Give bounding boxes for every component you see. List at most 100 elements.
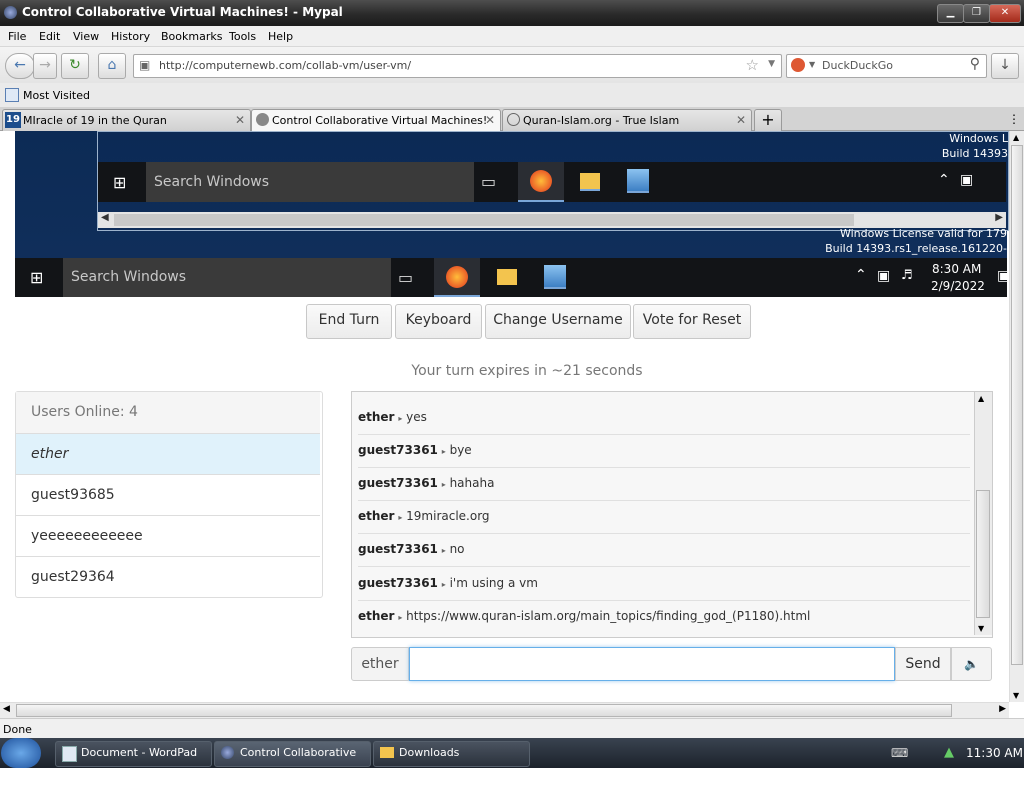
task-view-icon[interactable]: ▭ (398, 268, 413, 287)
address-bar[interactable]: ▣ http://computernewb.com/collab-vm/user… (133, 54, 782, 78)
mypal-icon (221, 746, 234, 759)
outer-search-box[interactable]: Search Windows (63, 258, 391, 297)
close-window-button[interactable]: ✕ (989, 4, 1021, 23)
menu-history[interactable]: History (111, 30, 150, 43)
end-turn-button[interactable]: End Turn (306, 304, 392, 339)
inner-horizontal-scrollbar[interactable]: ◀ ▶ (98, 212, 1006, 228)
menu-bar: File Edit View History Bookmarks Tools H… (0, 26, 1024, 47)
home-button[interactable]: ⌂ (98, 53, 126, 79)
speaker-icon: 🔈 (964, 657, 979, 671)
keyboard-tray-icon[interactable]: ⌨ (891, 746, 908, 760)
chat-user: guest73361 (358, 443, 438, 457)
chat-scrollbar[interactable]: ▲ ▼ (974, 392, 992, 635)
close-tab-icon[interactable]: ✕ (485, 113, 495, 127)
duckduckgo-icon (791, 58, 805, 72)
star-bookmark-icon[interactable]: ☆ (746, 56, 759, 74)
vote-reset-button[interactable]: Vote for Reset (633, 304, 751, 339)
engine-dropdown-icon[interactable]: ▼ (809, 60, 815, 69)
status-text: Done (3, 723, 32, 736)
chat-text: i'm using a vm (449, 576, 538, 590)
page-hscroll-thumb[interactable] (16, 704, 952, 717)
firefox-icon[interactable] (434, 258, 480, 297)
taskbar-downloads[interactable]: Downloads (373, 741, 530, 767)
chat-text: https://www.quran-islam.org/main_topics/… (406, 609, 811, 623)
tab-miracle-19[interactable]: 19 MIracle of 19 in the Quran ✕ (2, 109, 251, 132)
menu-help[interactable]: Help (268, 30, 293, 43)
most-visited-link[interactable]: Most Visited (23, 89, 90, 102)
start-orb-icon[interactable] (1, 738, 41, 768)
menu-file[interactable]: File (8, 30, 26, 43)
tray-up-icon[interactable]: ⌃ (938, 172, 950, 188)
search-box[interactable]: ▼ DuckDuckGo ⚲ (786, 54, 987, 78)
chat-text: hahaha (449, 476, 495, 490)
minimize-button[interactable]: ▁ (937, 4, 964, 23)
taskbar-mypal[interactable]: Control Collaborative ... (214, 741, 371, 781)
close-tab-icon[interactable]: ✕ (736, 113, 746, 127)
site-identity-icon: ▣ (139, 58, 151, 72)
tray-up-icon[interactable]: ⌃ (855, 267, 867, 283)
restore-button[interactable]: ❐ (963, 4, 990, 23)
network-icon[interactable]: ▣ (877, 268, 890, 284)
forward-button[interactable]: → (33, 53, 57, 79)
task-view-icon[interactable]: ▭ (481, 172, 496, 191)
sound-toggle-button[interactable]: 🔈 (951, 647, 992, 681)
user-item[interactable]: ether (16, 433, 320, 474)
firefox-icon[interactable] (518, 162, 564, 202)
chat-message-input[interactable] (409, 647, 895, 681)
chat-username-label: ether (351, 647, 409, 681)
keyboard-button[interactable]: Keyboard (395, 304, 482, 339)
menu-bookmarks[interactable]: Bookmarks (161, 30, 222, 43)
inner-search-box[interactable]: Search Windows (146, 162, 474, 202)
volume-muted-icon[interactable]: ♬ (901, 268, 913, 283)
vm-display[interactable]: Windows L Build 14393 ⊞ Search Windows ▭… (15, 131, 1009, 297)
chat-message: guest73361 ▸ i'm using a vm (358, 567, 970, 601)
tab-collab-vm[interactable]: Control Collaborative Virtual Machines! … (251, 109, 501, 133)
close-tab-icon[interactable]: ✕ (235, 113, 245, 127)
start-windows-icon[interactable]: ⊞ (30, 268, 43, 287)
network-icon[interactable]: ▣ (960, 172, 973, 188)
users-online-panel: Users Online: 4 ether guest93685 yeeeeee… (15, 391, 323, 598)
change-username-button[interactable]: Change Username (485, 304, 631, 339)
tab-quran-islam[interactable]: Quran-Islam.org - True Islam ✕ (502, 109, 752, 132)
network-tray-icon[interactable]: ▲ (944, 745, 954, 760)
page-content: Windows L Build 14393 ⊞ Search Windows ▭… (0, 131, 1009, 702)
bookmarks-toolbar: Most Visited (0, 83, 1024, 107)
most-visited-icon (5, 88, 19, 102)
chat-text: no (449, 542, 465, 556)
user-item[interactable]: guest29364 (16, 556, 320, 597)
page-vertical-scrollbar[interactable]: ▲ ▼ (1009, 131, 1024, 702)
server-manager-icon[interactable] (627, 169, 649, 193)
send-button[interactable]: Send (895, 647, 951, 681)
chat-scroll-thumb[interactable] (976, 490, 990, 618)
new-tab-button[interactable]: + (754, 109, 782, 132)
downloads-button[interactable]: ↓ (991, 53, 1019, 79)
window-title: Control Collaborative Virtual Machines! … (22, 5, 343, 19)
chat-message: guest73361 ▸ bye (358, 434, 970, 468)
reload-button[interactable]: ↻ (61, 53, 89, 79)
menu-edit[interactable]: Edit (39, 30, 60, 43)
user-item[interactable]: guest93685 (16, 474, 320, 515)
back-button[interactable]: ← (5, 53, 35, 79)
menu-view[interactable]: View (73, 30, 99, 43)
file-explorer-icon[interactable] (497, 269, 517, 285)
server-manager-icon[interactable] (544, 265, 566, 289)
file-explorer-icon[interactable] (580, 173, 600, 191)
chat-message: guest73361 ▸ hahaha (358, 467, 970, 501)
address-text: http://computernewb.com/collab-vm/user-v… (159, 59, 412, 72)
tab-favicon-vm (256, 113, 269, 126)
page-scroll-thumb[interactable] (1011, 145, 1023, 665)
taskbar-wordpad[interactable]: Document - WordPad (55, 741, 212, 767)
chat-text: bye (449, 443, 472, 457)
start-windows-icon[interactable]: ⊞ (113, 173, 126, 192)
page-horizontal-scrollbar[interactable]: ◀ ▶ (0, 702, 1009, 718)
chat-user: ether (358, 509, 395, 523)
chat-user: guest73361 (358, 576, 438, 590)
notification-icon[interactable]: ▣ (997, 268, 1009, 284)
user-item[interactable]: yeeeeeeeeeeee (16, 515, 320, 556)
dropdown-icon[interactable]: ▼ (768, 59, 775, 69)
chat-user: guest73361 (358, 476, 438, 490)
tab-list-icon[interactable]: ⋮⋮ (1008, 112, 1024, 126)
menu-tools[interactable]: Tools (229, 30, 256, 43)
chat-message: guest73361 ▸ no (358, 533, 970, 567)
search-icon[interactable]: ⚲ (970, 56, 980, 72)
